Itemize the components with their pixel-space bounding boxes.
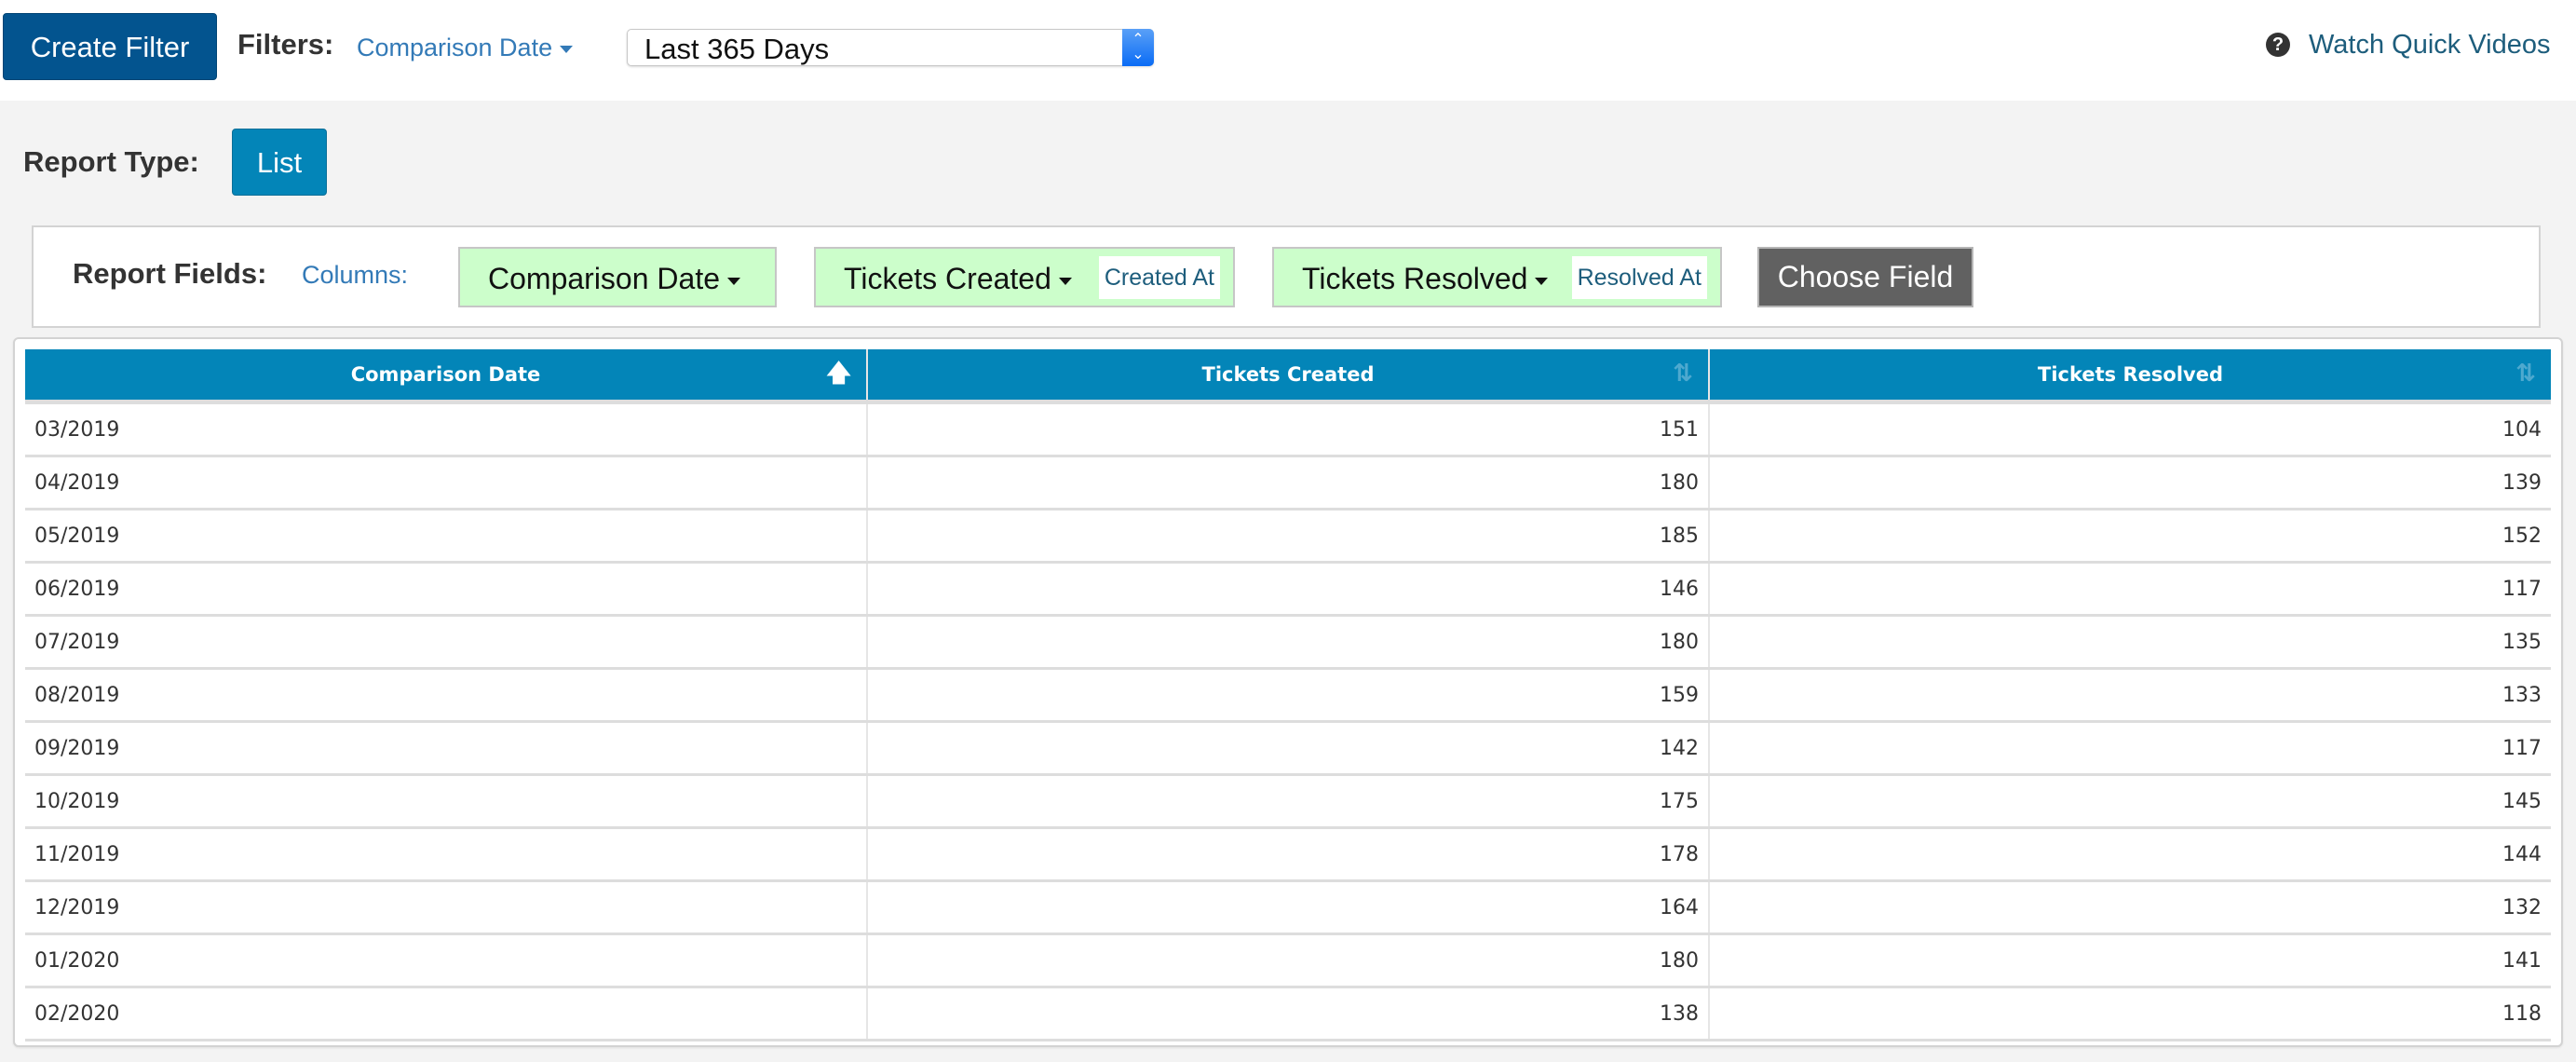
caret-down-icon — [727, 277, 740, 285]
cell-comparison-date: 10/2019 — [25, 774, 868, 829]
filter-field-dropdown[interactable]: Comparison Date — [357, 34, 574, 62]
table-row: 01/2020 180 141 — [25, 933, 2551, 988]
field-chip-date-selector[interactable]: Created At — [1098, 256, 1220, 299]
cell-tickets-created: 185 — [867, 509, 1710, 564]
cell-tickets-resolved: 117 — [1709, 562, 2551, 617]
cell-tickets-resolved: 152 — [1709, 509, 2551, 564]
report-fields-panel: Report Fields: Columns: Comparison Date … — [32, 225, 2541, 328]
column-header-label: Tickets Resolved — [2038, 363, 2223, 386]
cell-comparison-date: 09/2019 — [25, 721, 868, 776]
cell-tickets-created: 180 — [867, 933, 1710, 988]
table-header-row: Comparison Date 🡅 Tickets Created ⇅ Tick… — [25, 349, 2551, 404]
cell-comparison-date: 08/2019 — [25, 668, 868, 723]
column-header-label: Comparison Date — [350, 363, 541, 386]
report-type-list-button[interactable]: List — [232, 129, 327, 196]
cell-tickets-created: 138 — [867, 987, 1710, 1042]
caret-down-icon — [1535, 277, 1549, 285]
filters-label: Filters: — [237, 28, 334, 61]
table-row: 05/2019 185 152 — [25, 509, 2551, 564]
table-row: 08/2019 159 133 — [25, 668, 2551, 723]
table-row: 02/2020 138 118 — [25, 987, 2551, 1042]
table-row: 07/2019 180 135 — [25, 615, 2551, 670]
caret-down-icon — [560, 45, 574, 53]
select-stepper-icon: ⌃ ⌄ — [1122, 29, 1154, 66]
table-row: 06/2019 146 117 — [25, 562, 2551, 617]
cell-tickets-created: 142 — [867, 721, 1710, 776]
question-circle-icon[interactable]: ? — [2266, 33, 2290, 57]
cell-tickets-resolved: 117 — [1709, 721, 2551, 776]
cell-comparison-date: 03/2019 — [25, 402, 868, 457]
report-type-label: Report Type: — [23, 145, 199, 178]
table-row: 12/2019 164 132 — [25, 880, 2551, 935]
sort-up-arrow-icon[interactable]: 🡅 — [826, 361, 851, 386]
field-chip-comparison-date[interactable]: Comparison Date — [458, 247, 777, 307]
cell-tickets-resolved: 139 — [1709, 456, 2551, 511]
field-chip-label: Comparison Date — [488, 262, 740, 296]
cell-tickets-resolved: 118 — [1709, 987, 2551, 1042]
filter-field-label: Comparison Date — [357, 34, 553, 61]
cell-tickets-resolved: 135 — [1709, 615, 2551, 670]
cell-tickets-created: 180 — [867, 456, 1710, 511]
table-row: 11/2019 178 144 — [25, 827, 2551, 882]
caret-down-icon — [1058, 277, 1072, 285]
cell-comparison-date: 05/2019 — [25, 509, 868, 564]
create-filter-button[interactable]: Create Filter — [3, 13, 217, 80]
choose-field-button[interactable]: Choose Field — [1757, 247, 1973, 307]
date-range-select[interactable]: Last 365 Days ⌃ ⌄ — [627, 29, 1154, 66]
table-row: 09/2019 142 117 — [25, 721, 2551, 776]
table-row: 03/2019 151 104 — [25, 402, 2551, 457]
report-table: Comparison Date 🡅 Tickets Created ⇅ Tick… — [25, 349, 2551, 1042]
cell-tickets-created: 146 — [867, 562, 1710, 617]
cell-tickets-created: 180 — [867, 615, 1710, 670]
field-chip-label: Tickets Created — [844, 262, 1072, 296]
cell-tickets-resolved: 133 — [1709, 668, 2551, 723]
column-header-comparison-date[interactable]: Comparison Date 🡅 — [25, 349, 868, 404]
watch-quick-videos-link[interactable]: Watch Quick Videos — [2309, 30, 2551, 61]
report-table-panel: Comparison Date 🡅 Tickets Created ⇅ Tick… — [13, 337, 2563, 1047]
date-range-value: Last 365 Days — [644, 33, 830, 65]
cell-tickets-resolved: 104 — [1709, 402, 2551, 457]
cell-comparison-date: 02/2020 — [25, 987, 868, 1042]
table-row: 10/2019 175 145 — [25, 774, 2551, 829]
table-row: 04/2019 180 139 — [25, 456, 2551, 511]
field-chip-date-selector[interactable]: Resolved At — [1571, 256, 1707, 299]
cell-tickets-created: 151 — [867, 402, 1710, 457]
cell-comparison-date: 12/2019 — [25, 880, 868, 935]
column-header-tickets-created[interactable]: Tickets Created ⇅ — [867, 349, 1710, 404]
field-chip-label: Tickets Resolved — [1302, 262, 1549, 296]
cell-comparison-date: 11/2019 — [25, 827, 868, 882]
cell-tickets-created: 164 — [867, 880, 1710, 935]
cell-tickets-resolved: 144 — [1709, 827, 2551, 882]
cell-tickets-resolved: 141 — [1709, 933, 2551, 988]
cell-tickets-created: 178 — [867, 827, 1710, 882]
cell-comparison-date: 07/2019 — [25, 615, 868, 670]
report-fields-label: Report Fields: — [73, 257, 267, 290]
column-header-tickets-resolved[interactable]: Tickets Resolved ⇅ — [1709, 349, 2551, 404]
cell-comparison-date: 06/2019 — [25, 562, 868, 617]
cell-tickets-resolved: 132 — [1709, 880, 2551, 935]
top-toolbar: Create Filter Filters: Comparison Date L… — [0, 0, 2576, 101]
sort-both-icon[interactable]: ⇅ — [1673, 361, 1693, 386]
cell-tickets-created: 175 — [867, 774, 1710, 829]
cell-comparison-date: 01/2020 — [25, 933, 868, 988]
cell-tickets-resolved: 145 — [1709, 774, 2551, 829]
field-chip-tickets-created[interactable]: Tickets Created Created At — [814, 247, 1235, 307]
sort-both-icon[interactable]: ⇅ — [2515, 361, 2536, 386]
columns-label: Columns: — [302, 261, 409, 289]
cell-tickets-created: 159 — [867, 668, 1710, 723]
cell-comparison-date: 04/2019 — [25, 456, 868, 511]
column-header-label: Tickets Created — [1201, 363, 1375, 386]
field-chip-tickets-resolved[interactable]: Tickets Resolved Resolved At — [1272, 247, 1722, 307]
